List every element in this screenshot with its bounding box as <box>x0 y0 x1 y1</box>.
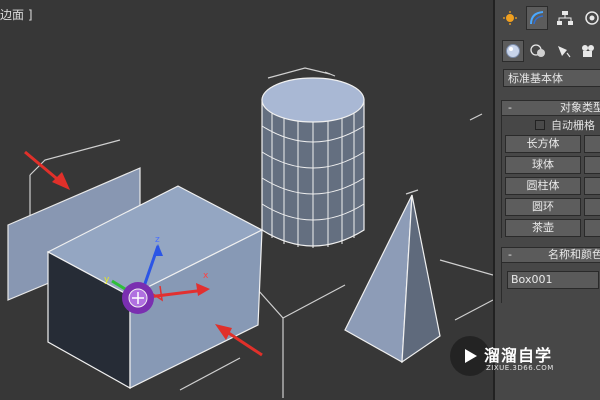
autogrid-checkbox[interactable] <box>535 120 545 130</box>
object-type-title: 对象类型 <box>560 101 600 114</box>
object-name-field[interactable]: Box001 <box>507 271 599 289</box>
cameras-category-button[interactable] <box>577 40 599 62</box>
pyramid-button[interactable] <box>584 198 600 216</box>
shapes-category-button[interactable] <box>527 40 549 62</box>
svg-text:x: x <box>203 271 209 281</box>
play-icon <box>465 349 477 363</box>
lights-category-button[interactable] <box>552 40 574 62</box>
light-icon <box>558 46 571 58</box>
autogrid-label: 自动栅格 <box>551 119 595 132</box>
sphere-geometry-icon <box>506 44 520 58</box>
rollout-collapse-toggle[interactable]: - <box>508 101 512 115</box>
tube-button[interactable] <box>584 177 600 195</box>
motion-tab[interactable] <box>581 6 600 30</box>
watermark: 溜溜自学 ZIXUE.3D66.COM <box>450 336 568 376</box>
primitive-type-dropdown[interactable]: 标准基本体 <box>503 69 600 87</box>
shapes-icon <box>530 44 545 57</box>
geosphere-button[interactable] <box>584 156 600 174</box>
svg-text:y: y <box>104 275 110 285</box>
sphere-button[interactable]: 球体 <box>505 156 581 174</box>
hierarchy-icon <box>557 11 573 25</box>
perspective-viewport[interactable]: z y x 边面 ] <box>0 0 493 400</box>
svg-text:z: z <box>155 235 160 245</box>
name-color-rollout-header[interactable]: - 名称和颜色 <box>501 247 600 263</box>
viewport-scene[interactable]: z y x <box>0 0 493 400</box>
rollout-collapse-toggle[interactable]: - <box>508 248 512 262</box>
geometry-category-button[interactable] <box>502 40 524 62</box>
viewport-label[interactable]: 边面 ] <box>0 6 33 23</box>
cylinder-button[interactable]: 圆柱体 <box>505 177 581 195</box>
teapot-button[interactable]: 茶壶 <box>505 219 581 237</box>
name-color-title: 名称和颜色 <box>548 248 600 261</box>
cylinder-object[interactable] <box>261 77 365 248</box>
watermark-title: 溜溜自学 <box>484 346 553 365</box>
plane-button[interactable] <box>584 219 600 237</box>
modify-tab[interactable] <box>526 6 548 30</box>
motion-icon <box>585 11 599 25</box>
torus-button[interactable]: 圆环 <box>505 198 581 216</box>
create-tab[interactable] <box>499 6 521 30</box>
annotation-arrow-top <box>24 150 70 190</box>
cone-button[interactable] <box>584 135 600 153</box>
camera-icon <box>582 45 594 57</box>
modify-arc-icon <box>530 11 544 25</box>
object-type-rollout-header[interactable]: - 对象类型 <box>501 100 600 116</box>
watermark-url: ZIXUE.3D66.COM <box>486 364 554 372</box>
hierarchy-tab[interactable] <box>554 6 576 30</box>
sun-icon <box>503 11 517 25</box>
box-button[interactable]: 长方体 <box>505 135 581 153</box>
